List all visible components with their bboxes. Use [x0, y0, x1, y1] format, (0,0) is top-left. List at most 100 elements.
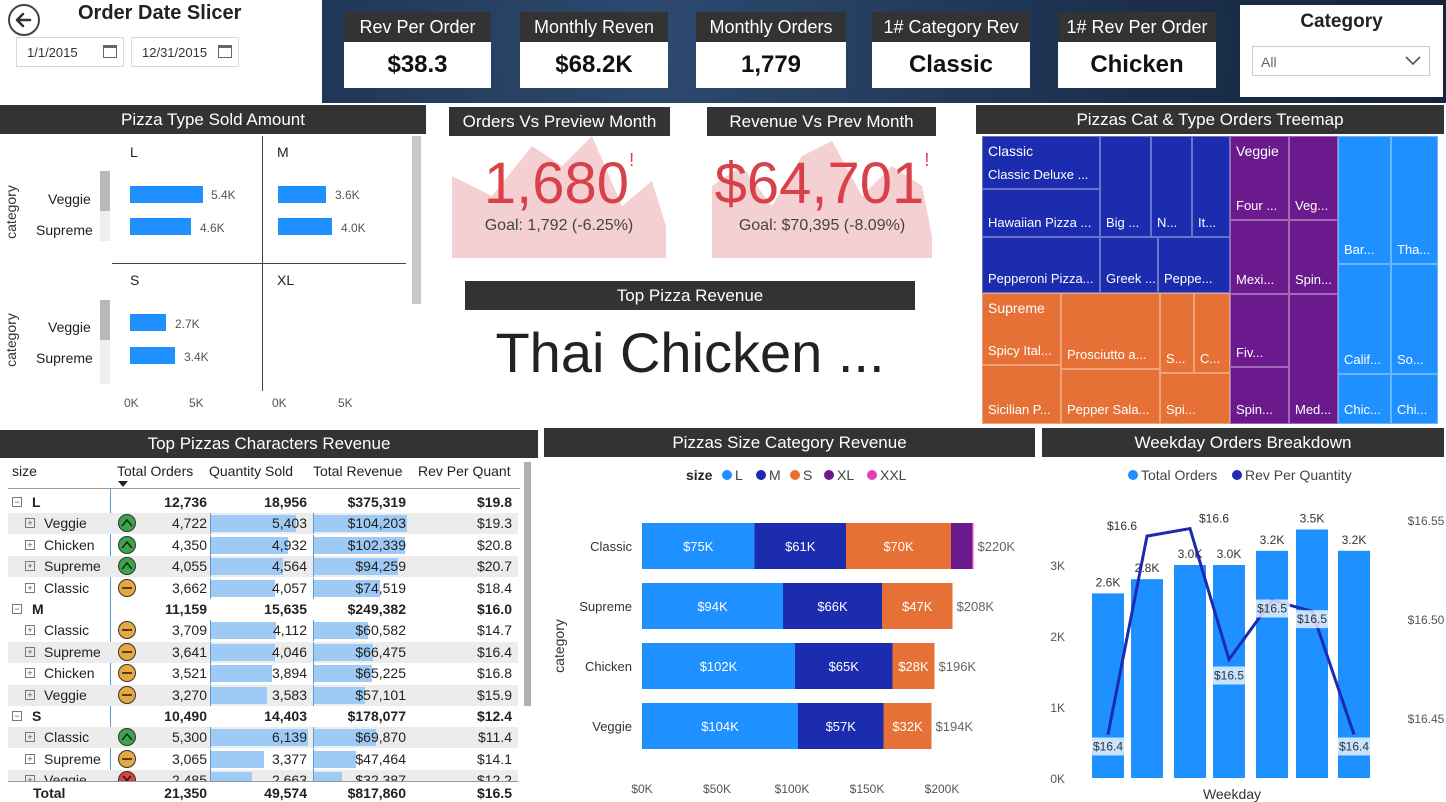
- treemap-cell[interactable]: Chi...: [1391, 374, 1438, 424]
- cell-divider: [210, 684, 211, 706]
- treemap-cell[interactable]: Spin...: [1289, 220, 1338, 294]
- expand-icon[interactable]: +: [25, 668, 35, 679]
- treemap-cell[interactable]: Spin...: [1230, 367, 1289, 424]
- table-row[interactable]: + Classic 3,662 4,057 $74,519 $18.4: [8, 577, 518, 599]
- table-row[interactable]: + Chicken 4,350 4,932 $102,339 $20.8: [8, 534, 518, 556]
- treemap-cell[interactable]: Prosciutto a...: [1061, 293, 1160, 369]
- column-header[interactable]: Rev Per Quant: [418, 463, 511, 479]
- bar[interactable]: [130, 218, 191, 235]
- table-group-row[interactable]: − M 11,159 15,635 $249,382 $16.0: [8, 599, 518, 620]
- treemap-cell[interactable]: Chic...: [1338, 374, 1391, 424]
- treemap-cell[interactable]: Big ...: [1100, 136, 1151, 237]
- bar[interactable]: [278, 218, 332, 235]
- treemap-cell-label: Hawaiian Pizza ...: [988, 215, 1092, 230]
- treemap-cell-label: Spin...: [1236, 402, 1273, 417]
- calendar-icon[interactable]: [218, 45, 232, 58]
- expand-icon[interactable]: +: [25, 732, 35, 743]
- table-row[interactable]: + Supreme 3,641 4,046 $66,475 $16.4: [8, 641, 518, 663]
- table-row[interactable]: + Classic 5,300 6,139 $69,870 $11.4: [8, 727, 518, 749]
- treemap-cell[interactable]: Veggie Four ...: [1230, 136, 1289, 220]
- expand-icon[interactable]: +: [25, 539, 35, 550]
- cell-divider: [313, 748, 314, 770]
- column-header[interactable]: Total Orders: [117, 463, 193, 479]
- back-button[interactable]: [8, 4, 40, 36]
- sort-desc-icon[interactable]: [118, 481, 128, 487]
- treemap-cell[interactable]: Fiv...: [1230, 294, 1289, 367]
- treemap-cell[interactable]: Calif...: [1338, 264, 1391, 374]
- treemap-cell[interactable]: Bar...: [1338, 136, 1391, 264]
- expand-icon[interactable]: +: [25, 646, 35, 657]
- end-date-input[interactable]: 12/31/2015: [131, 37, 239, 67]
- table-group-row[interactable]: − S 10,490 14,403 $178,077 $12.4: [8, 706, 518, 727]
- total-qty: 49,574: [264, 785, 307, 801]
- expand-icon[interactable]: +: [25, 625, 35, 636]
- treemap-cell[interactable]: Hawaiian Pizza ...: [982, 189, 1100, 237]
- column-header[interactable]: Quantity Sold: [209, 463, 293, 479]
- weekday-title: Weekday Orders Breakdown: [1042, 428, 1444, 457]
- row-track: [100, 211, 110, 241]
- treemap-cell[interactable]: So...: [1391, 264, 1438, 374]
- scrollbar[interactable]: [524, 462, 531, 706]
- weekday-chart: 0K1K2K3K$16.45$16.50$16.552.6K2.8K3.0K 3.…: [1050, 512, 1444, 802]
- treemap-cell[interactable]: C...: [1194, 293, 1230, 373]
- treemap-cell[interactable]: Pepper Sala...: [1061, 369, 1160, 424]
- expand-icon[interactable]: +: [25, 518, 35, 529]
- treemap-cell[interactable]: It...: [1192, 136, 1230, 237]
- expand-icon[interactable]: +: [25, 561, 35, 572]
- treemap-cell[interactable]: Sicilian P...: [982, 365, 1061, 424]
- treemap-cell[interactable]: Tha...: [1391, 136, 1438, 264]
- scrollbar[interactable]: [412, 136, 421, 304]
- column-header[interactable]: size: [12, 463, 37, 479]
- table-group-row[interactable]: − L 12,736 18,956 $375,319 $19.8: [8, 492, 518, 513]
- table-row[interactable]: + Chicken 3,521 3,894 $65,225 $16.8: [8, 663, 518, 685]
- treemap-cell[interactable]: Mexi...: [1230, 220, 1289, 294]
- treemap-cell[interactable]: Spi...: [1160, 373, 1230, 424]
- row-label: Veggie: [44, 515, 87, 532]
- treemap-cell[interactable]: Peppe...: [1158, 237, 1230, 293]
- cell-qty: 15,635: [264, 601, 307, 617]
- table-row[interactable]: + Supreme 3,065 3,377 $47,464 $14.1: [8, 748, 518, 770]
- expand-icon[interactable]: +: [25, 753, 35, 764]
- legend-dot: [824, 470, 834, 480]
- collapse-icon[interactable]: −: [12, 711, 22, 721]
- collapse-icon[interactable]: −: [12, 497, 22, 507]
- treemap-cell[interactable]: Med...: [1289, 294, 1338, 424]
- cell-qty: 3,583: [271, 686, 307, 703]
- treemap-cell[interactable]: Pepperoni Pizza...: [982, 237, 1100, 293]
- cell-rpq: $14.1: [476, 750, 512, 767]
- bar[interactable]: [278, 186, 326, 203]
- treemap-cell[interactable]: Classic Classic Deluxe ...: [982, 136, 1100, 189]
- segment-label: $102K: [700, 659, 738, 674]
- legend-label: L: [735, 467, 743, 483]
- cell-orders: 4,055: [171, 558, 207, 575]
- table-row[interactable]: + Classic 3,709 4,112 $60,582 $14.7: [8, 620, 518, 642]
- treemap-cell-sublabel: Four ...: [1236, 198, 1278, 213]
- cell-rpq: $18.4: [476, 579, 512, 596]
- legend-dot: [1128, 470, 1138, 480]
- kpi-label: 1# Rev Per Order: [1058, 12, 1216, 42]
- treemap-cell[interactable]: N...: [1151, 136, 1192, 237]
- line-label: $16.6: [1199, 512, 1229, 526]
- line-label: $16.5: [1214, 668, 1244, 682]
- expand-icon[interactable]: +: [25, 582, 35, 593]
- expand-icon[interactable]: +: [25, 689, 35, 700]
- treemap-cell[interactable]: Greek ...: [1100, 237, 1158, 293]
- bar[interactable]: [130, 314, 166, 331]
- category-dropdown[interactable]: All: [1252, 46, 1430, 76]
- table-row[interactable]: + Veggie 4,722 5,403 $104,203 $19.3: [8, 513, 518, 535]
- start-date-input[interactable]: 1/1/2015: [16, 37, 124, 67]
- row-label: Supreme: [36, 222, 93, 238]
- cell-rev: $249,382: [347, 601, 406, 617]
- bar[interactable]: [130, 186, 203, 203]
- collapse-icon[interactable]: −: [12, 604, 22, 614]
- table-row[interactable]: + Veggie 3,270 3,583 $57,101 $15.9: [8, 684, 518, 706]
- treemap-cell[interactable]: Supreme Spicy Ital...: [982, 293, 1061, 365]
- row-label: Supreme: [44, 558, 101, 575]
- treemap-cell[interactable]: Veg...: [1289, 136, 1338, 220]
- calendar-icon[interactable]: [103, 45, 117, 58]
- column-header[interactable]: Total Revenue: [313, 463, 403, 479]
- bar[interactable]: [130, 347, 175, 364]
- table-row[interactable]: + Supreme 4,055 4,564 $94,259 $20.7: [8, 556, 518, 578]
- bar-segment: [972, 523, 974, 569]
- treemap-cell[interactable]: S...: [1160, 293, 1194, 373]
